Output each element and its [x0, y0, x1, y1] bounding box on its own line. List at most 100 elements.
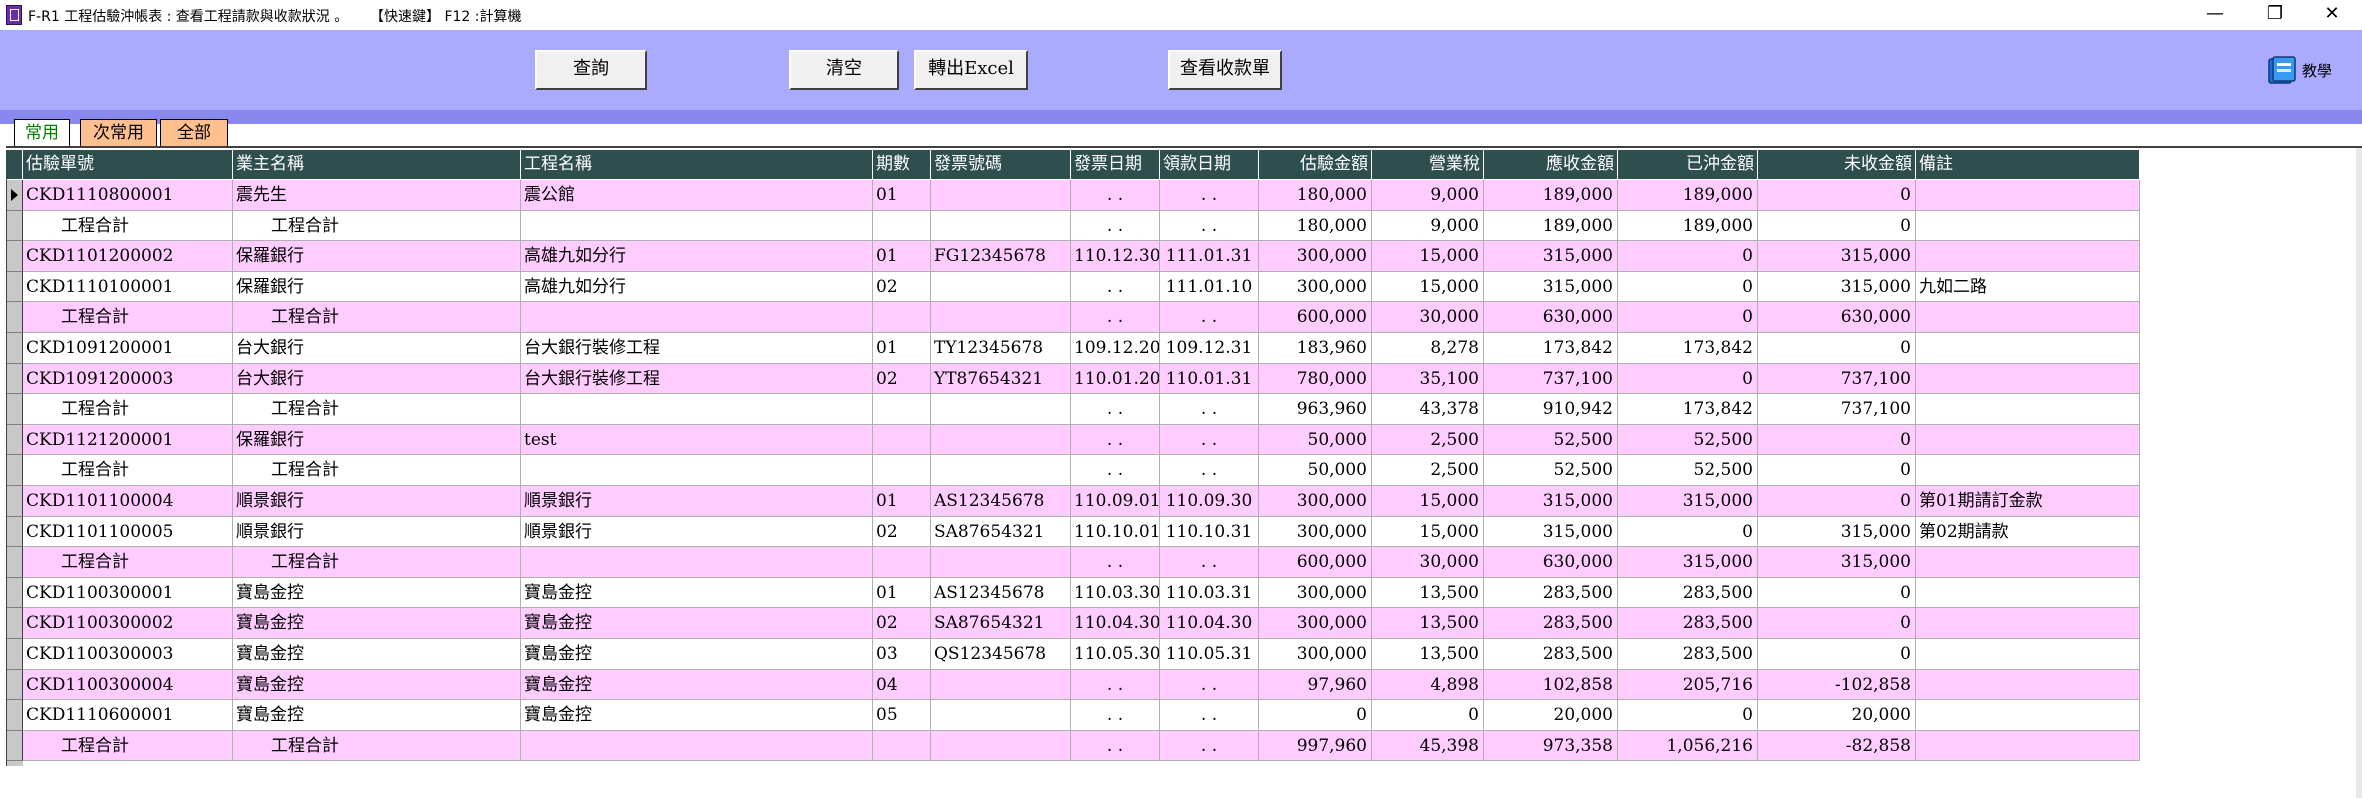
cell-payment-date[interactable]: . .	[1160, 210, 1259, 242]
cell-project[interactable]	[521, 455, 873, 486]
cell-receivable[interactable]: 973,358	[1484, 730, 1618, 762]
cell-tax[interactable]: 9,000	[1372, 210, 1484, 242]
col-header-invoice-date[interactable]: 發票日期	[1071, 150, 1160, 180]
table-row[interactable]: CKD1110100001 保羅銀行 高雄九如分行 02 . . 111.01.10 30…	[7, 271, 2140, 303]
row-indicator[interactable]	[7, 271, 23, 303]
cell-outstanding[interactable]: 0	[1758, 639, 1916, 670]
cell-receivable[interactable]: 630,000	[1484, 302, 1618, 333]
cell-outstanding[interactable]: 0	[1758, 210, 1916, 242]
cell-project[interactable]: 寶島金控	[521, 700, 873, 731]
cell-outstanding[interactable]: 315,000	[1758, 516, 1916, 548]
cell-estimate-amount[interactable]: 300,000	[1259, 271, 1372, 303]
cell-outstanding[interactable]: 315,000	[1758, 547, 1916, 578]
cell-tax[interactable]: 43,378	[1372, 394, 1484, 425]
cell-offset[interactable]: 52,500	[1618, 424, 1758, 456]
cell-payment-date[interactable]: . .	[1160, 455, 1259, 486]
tutorial-button[interactable]: 教學	[2262, 52, 2352, 92]
cell-receivable[interactable]: 173,842	[1484, 333, 1618, 364]
cell-remarks[interactable]	[1916, 577, 2140, 609]
cell-tax[interactable]: 15,000	[1372, 516, 1484, 548]
cell-remarks[interactable]	[1916, 424, 2140, 456]
cell-estimate-amount[interactable]: 780,000	[1259, 363, 1372, 395]
view-receipts-button[interactable]: 查看收款單	[1168, 50, 1282, 90]
cell-invoice-no[interactable]: FG12345678	[931, 241, 1071, 272]
cell-payment-date[interactable]: . .	[1160, 180, 1259, 211]
cell-receivable[interactable]: 283,500	[1484, 577, 1618, 609]
cell-project[interactable]	[521, 394, 873, 425]
cell-payment-date[interactable]: . .	[1160, 424, 1259, 456]
cell-period[interactable]: 01	[873, 180, 931, 211]
cell-invoice-date[interactable]: 110.09.01	[1071, 486, 1160, 517]
cell-invoice-date[interactable]: 110.01.20	[1071, 363, 1160, 395]
cell-estimate-amount[interactable]: 50,000	[1259, 424, 1372, 456]
cell-invoice-date[interactable]: . .	[1071, 271, 1160, 303]
cell-estimate-no[interactable]: 工程合計	[23, 394, 233, 425]
cell-receivable[interactable]: 630,000	[1484, 547, 1618, 578]
col-header-period[interactable]: 期數	[873, 150, 931, 180]
cell-estimate-amount[interactable]: 300,000	[1259, 486, 1372, 517]
cell-estimate-amount[interactable]: 600,000	[1259, 547, 1372, 578]
cell-estimate-no[interactable]: CKD1110600001	[23, 700, 233, 731]
cell-invoice-no[interactable]	[931, 394, 1071, 425]
cell-project[interactable]: 台大銀行裝修工程	[521, 333, 873, 364]
row-indicator[interactable]	[7, 241, 23, 272]
cell-period[interactable]: 03	[873, 639, 931, 670]
cell-remarks[interactable]	[1916, 455, 2140, 486]
cell-period[interactable]	[873, 730, 931, 762]
cell-outstanding[interactable]: -82,858	[1758, 730, 1916, 762]
cell-offset[interactable]: 52,500	[1618, 455, 1758, 486]
subtotal-row[interactable]: 工程合計 工程合計 . . . . 600,000 30,000 630,000 0 630…	[7, 302, 2140, 333]
cell-estimate-amount[interactable]: 600,000	[1259, 302, 1372, 333]
table-row[interactable]: CKD1101200002 保羅銀行 高雄九如分行 01 FG12345678 110.1…	[7, 241, 2140, 272]
cell-outstanding[interactable]: 0	[1758, 333, 1916, 364]
cell-offset[interactable]: 315,000	[1618, 547, 1758, 578]
cell-remarks[interactable]	[1916, 730, 2140, 762]
cell-project[interactable]: test	[521, 424, 873, 456]
cell-estimate-amount[interactable]: 300,000	[1259, 639, 1372, 670]
row-indicator[interactable]	[7, 180, 23, 211]
cell-remarks[interactable]	[1916, 608, 2140, 639]
close-icon[interactable]: ✕	[2302, 0, 2362, 30]
cell-remarks[interactable]	[1916, 363, 2140, 395]
cell-tax[interactable]: 13,500	[1372, 577, 1484, 609]
subtotal-row[interactable]: 工程合計 工程合計 . . . . 997,960 45,398 973,358 1,05…	[7, 730, 2140, 762]
col-header-offset[interactable]: 已沖金額	[1618, 150, 1758, 180]
cell-payment-date[interactable]: . .	[1160, 394, 1259, 425]
tab-less-common[interactable]: 次常用	[80, 119, 157, 147]
cell-receivable[interactable]: 189,000	[1484, 180, 1618, 211]
cell-invoice-no[interactable]	[931, 669, 1071, 701]
cell-estimate-no[interactable]: 工程合計	[23, 547, 233, 578]
cell-offset[interactable]: 0	[1618, 700, 1758, 731]
row-indicator[interactable]	[7, 700, 23, 731]
cell-invoice-date[interactable]: 110.10.01	[1071, 516, 1160, 548]
cell-estimate-no[interactable]: CKD1091200003	[23, 363, 233, 395]
cell-payment-date[interactable]: 110.10.31	[1160, 516, 1259, 548]
cell-receivable[interactable]: 315,000	[1484, 516, 1618, 548]
cell-invoice-date[interactable]: . .	[1071, 700, 1160, 731]
cell-project[interactable]	[521, 302, 873, 333]
subtotal-row[interactable]: 工程合計 工程合計 . . . . 963,960 43,378 910,942 173,…	[7, 394, 2140, 425]
cell-project[interactable]	[521, 730, 873, 762]
table-row[interactable]: CKD1100300003 寶島金控 寶島金控 03 QS12345678 110.05.…	[7, 639, 2140, 670]
cell-offset[interactable]: 189,000	[1618, 210, 1758, 242]
cell-receivable[interactable]: 52,500	[1484, 455, 1618, 486]
cell-estimate-no[interactable]: CKD1100300003	[23, 639, 233, 670]
tab-all[interactable]: 全部	[160, 119, 228, 147]
cell-offset[interactable]: 0	[1618, 241, 1758, 272]
cell-owner[interactable]: 工程合計	[233, 394, 521, 425]
cell-invoice-date[interactable]: . .	[1071, 210, 1160, 242]
cell-estimate-amount[interactable]: 300,000	[1259, 241, 1372, 272]
cell-period[interactable]: 02	[873, 516, 931, 548]
cell-project[interactable]: 震公館	[521, 180, 873, 211]
cell-payment-date[interactable]: 109.12.31	[1160, 333, 1259, 364]
cell-invoice-no[interactable]: QS12345678	[931, 639, 1071, 670]
cell-invoice-no[interactable]	[931, 730, 1071, 762]
cell-project[interactable]: 高雄九如分行	[521, 241, 873, 272]
cell-owner[interactable]: 工程合計	[233, 302, 521, 333]
cell-estimate-amount[interactable]: 97,960	[1259, 669, 1372, 701]
cell-receivable[interactable]: 283,500	[1484, 639, 1618, 670]
cell-estimate-no[interactable]: CKD1100300004	[23, 669, 233, 701]
cell-project[interactable]: 寶島金控	[521, 608, 873, 639]
cell-payment-date[interactable]: 110.05.31	[1160, 639, 1259, 670]
cell-owner[interactable]: 保羅銀行	[233, 424, 521, 456]
